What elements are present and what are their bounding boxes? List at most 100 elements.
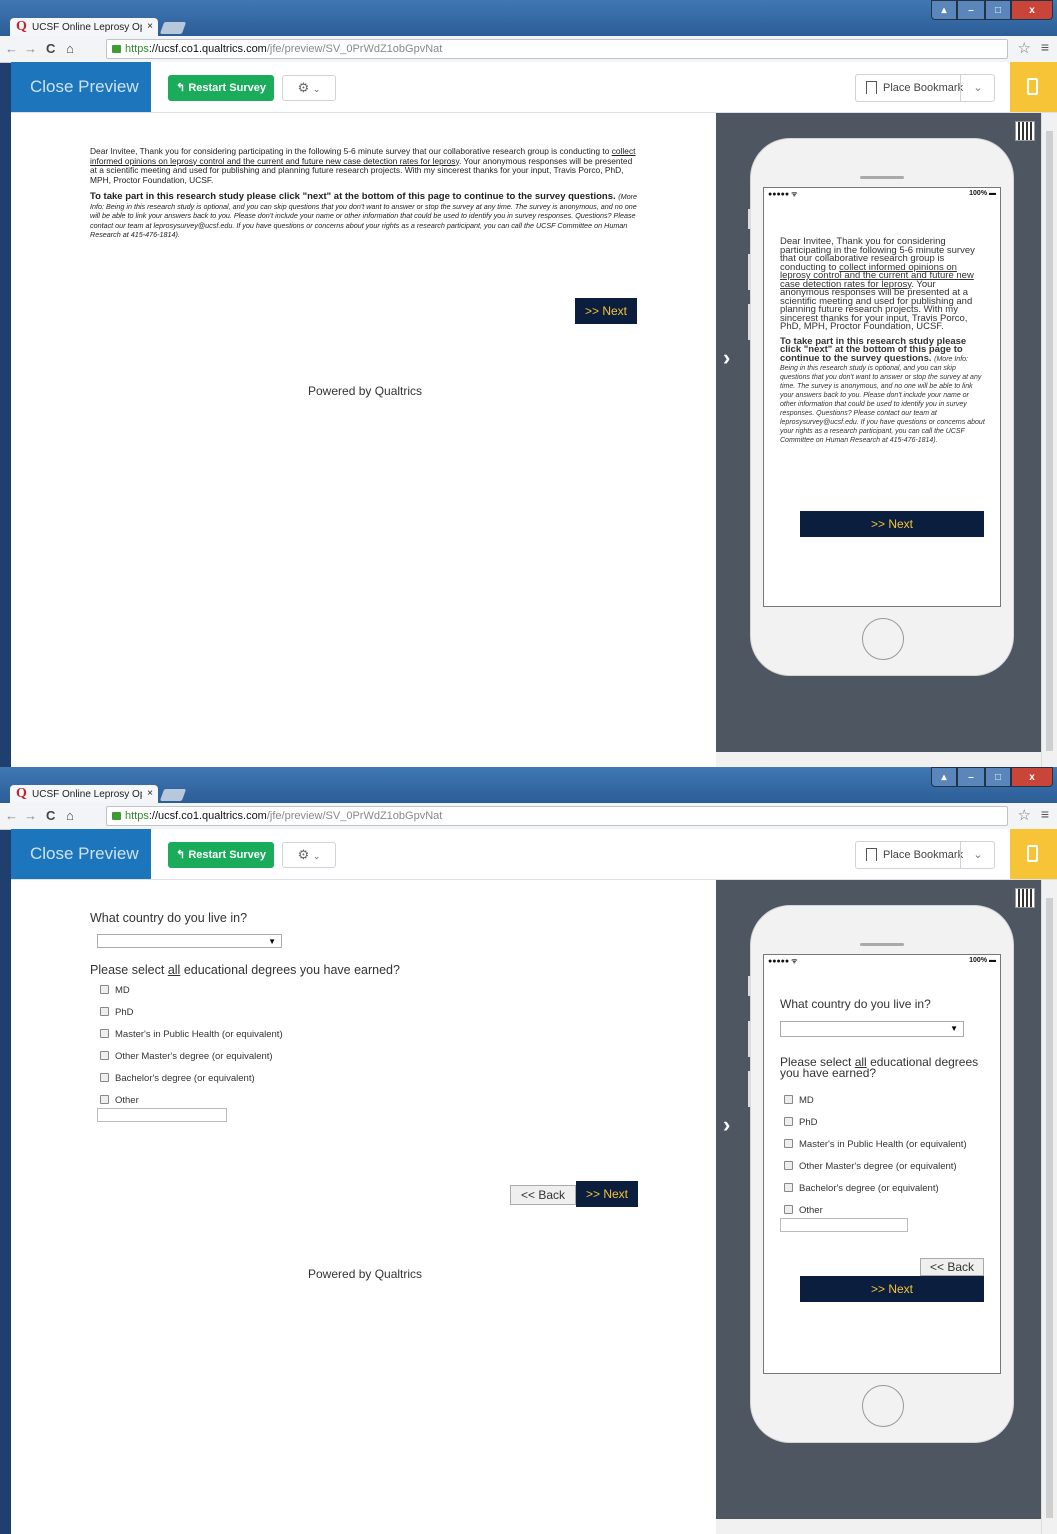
settings-gear-dropdown[interactable]: ⚙ ⌄ <box>282 842 336 868</box>
restart-survey-button[interactable]: ↰ Restart Survey <box>168 842 274 868</box>
degree-option-md[interactable]: MD <box>100 985 130 996</box>
checkbox[interactable] <box>100 1007 109 1016</box>
mobile-next-button[interactable]: >> Next <box>800 511 984 537</box>
browser-tab[interactable]: Q UCSF Online Leprosy Opi × <box>10 785 158 803</box>
mobile-other-text-input[interactable] <box>780 1218 908 1232</box>
minimize-button[interactable]: – <box>957 0 985 20</box>
collapse-panel-chevron-icon[interactable]: › <box>723 345 730 371</box>
degrees-question: Please select all educational degrees yo… <box>90 963 400 977</box>
new-tab-button[interactable] <box>159 789 187 801</box>
address-bar[interactable]: https://ucsf.co1.qualtrics.com/jfe/previ… <box>106 806 1008 826</box>
degree-option-phd[interactable]: PhD <box>100 1007 133 1018</box>
close-window-button[interactable]: x <box>1011 767 1053 787</box>
place-bookmark-button[interactable]: Place Bookmark ⌄ <box>855 841 995 869</box>
mobile-option-mph[interactable]: Master's in Public Health (or equivalent… <box>784 1139 967 1150</box>
close-window-button[interactable]: x <box>1011 0 1053 20</box>
mobile-preview-toggle[interactable] <box>1010 62 1057 112</box>
degree-option-mph[interactable]: Master's in Public Health (or equivalent… <box>100 1029 283 1040</box>
country-select[interactable]: ▼ <box>97 934 282 948</box>
collapse-panel-chevron-icon[interactable]: › <box>723 1112 730 1138</box>
bookmark-icon <box>866 81 877 94</box>
mobile-preview-panel: › ●●●●● ᯤ 100% ▬ What country do you liv… <box>716 880 1041 1534</box>
battery-icon: 100% ▬ <box>969 190 996 197</box>
close-preview-button[interactable]: Close Preview <box>11 829 151 879</box>
checkbox[interactable] <box>100 985 109 994</box>
home-icon[interactable]: ⌂ <box>66 41 74 56</box>
next-button[interactable]: >> Next <box>575 298 637 324</box>
url-scheme: https <box>125 43 149 55</box>
mobile-option-md[interactable]: MD <box>784 1095 814 1106</box>
horizontal-scrollbar[interactable] <box>716 752 1041 767</box>
mobile-option-other-masters[interactable]: Other Master's degree (or equivalent) <box>784 1161 957 1172</box>
mobile-intro-more-info: (More Info: Being in this research study… <box>780 355 985 444</box>
settings-gear-dropdown[interactable]: ⚙ ⌄ <box>282 75 336 101</box>
bookmark-dropdown-chevron-icon[interactable]: ⌄ <box>960 842 995 868</box>
other-degree-text-input[interactable] <box>97 1108 227 1122</box>
maximize-button[interactable]: □ <box>985 767 1011 787</box>
window-extra-button[interactable]: ▴ <box>931 767 957 787</box>
tab-close-icon[interactable]: × <box>147 788 153 799</box>
place-bookmark-button[interactable]: Place Bookmark ⌄ <box>855 74 995 102</box>
window-extra-button[interactable]: ▴ <box>931 0 957 20</box>
mobile-option-bachelors[interactable]: Bachelor's degree (or equivalent) <box>784 1183 939 1194</box>
checkbox[interactable] <box>100 1051 109 1060</box>
gear-icon: ⚙ <box>297 847 310 862</box>
checkbox[interactable] <box>784 1117 793 1126</box>
new-tab-button[interactable] <box>159 22 187 34</box>
mobile-phone-icon <box>1027 845 1038 862</box>
checkbox[interactable] <box>784 1183 793 1192</box>
checkbox[interactable] <box>100 1095 109 1104</box>
mobile-option-other[interactable]: Other <box>784 1205 823 1216</box>
maximize-button[interactable]: □ <box>985 0 1011 20</box>
bookmark-dropdown-chevron-icon[interactable]: ⌄ <box>960 75 995 101</box>
mobile-country-select[interactable]: ▼ <box>780 1021 964 1037</box>
chevron-down-icon: ⌄ <box>312 851 321 861</box>
address-bar[interactable]: https://ucsf.co1.qualtrics.com/jfe/previ… <box>106 39 1008 59</box>
reload-icon[interactable]: C <box>46 808 55 823</box>
mobile-back-button[interactable]: << Back <box>920 1258 984 1276</box>
chrome-menu-icon[interactable]: ≡ <box>1041 806 1049 822</box>
lock-icon <box>112 812 121 820</box>
degree-option-bachelors[interactable]: Bachelor's degree (or equivalent) <box>100 1073 255 1084</box>
place-bookmark-label: Place Bookmark <box>883 82 964 94</box>
tab-close-icon[interactable]: × <box>147 21 153 32</box>
phone-screen: ●●●●● ᯤ 100% ▬ What country do you live … <box>763 954 1001 1374</box>
vertical-scrollbar[interactable] <box>1041 113 1057 767</box>
horizontal-scrollbar[interactable] <box>716 1519 1041 1534</box>
checkbox[interactable] <box>100 1073 109 1082</box>
bookmark-star-icon[interactable]: ☆ <box>1018 806 1031 824</box>
window-controls: ▴ – □ x <box>931 767 1053 787</box>
mobile-next-button[interactable]: >> Next <box>800 1276 984 1302</box>
vertical-scrollbar[interactable] <box>1041 880 1057 1534</box>
minimize-button[interactable]: – <box>957 767 985 787</box>
reload-icon[interactable]: C <box>46 41 55 56</box>
back-arrow-icon[interactable]: ← <box>5 41 18 56</box>
phone-home-button <box>862 618 904 660</box>
checkbox[interactable] <box>784 1139 793 1148</box>
mobile-option-phd[interactable]: PhD <box>784 1117 817 1128</box>
close-preview-button[interactable]: Close Preview <box>11 62 151 112</box>
qr-code-icon[interactable] <box>1015 888 1035 908</box>
mobile-preview-toggle[interactable] <box>1010 829 1057 879</box>
restart-survey-button[interactable]: ↰ Restart Survey <box>168 75 274 101</box>
desktop-survey-preview: Dear Invitee, Thank you for considering … <box>11 113 716 767</box>
back-button[interactable]: << Back <box>510 1185 576 1205</box>
qr-code-icon[interactable] <box>1015 121 1035 141</box>
next-button[interactable]: >> Next <box>576 1181 638 1207</box>
forward-arrow-icon[interactable]: → <box>24 808 37 823</box>
degree-option-other-masters[interactable]: Other Master's degree (or equivalent) <box>100 1051 273 1062</box>
browser-titlebar: Q UCSF Online Leprosy Opi × ▴ – □ x <box>0 0 1057 36</box>
chrome-menu-icon[interactable]: ≡ <box>1041 39 1049 55</box>
powered-by-qualtrics[interactable]: Powered by Qualtrics <box>308 384 422 398</box>
home-icon[interactable]: ⌂ <box>66 808 74 823</box>
checkbox[interactable] <box>784 1161 793 1170</box>
browser-tab[interactable]: Q UCSF Online Leprosy Opi × <box>10 18 158 36</box>
checkbox[interactable] <box>784 1205 793 1214</box>
checkbox[interactable] <box>784 1095 793 1104</box>
powered-by-qualtrics[interactable]: Powered by Qualtrics <box>308 1267 422 1281</box>
degree-option-other[interactable]: Other <box>100 1095 139 1106</box>
bookmark-star-icon[interactable]: ☆ <box>1018 39 1031 57</box>
forward-arrow-icon[interactable]: → <box>24 41 37 56</box>
back-arrow-icon[interactable]: ← <box>5 808 18 823</box>
checkbox[interactable] <box>100 1029 109 1038</box>
